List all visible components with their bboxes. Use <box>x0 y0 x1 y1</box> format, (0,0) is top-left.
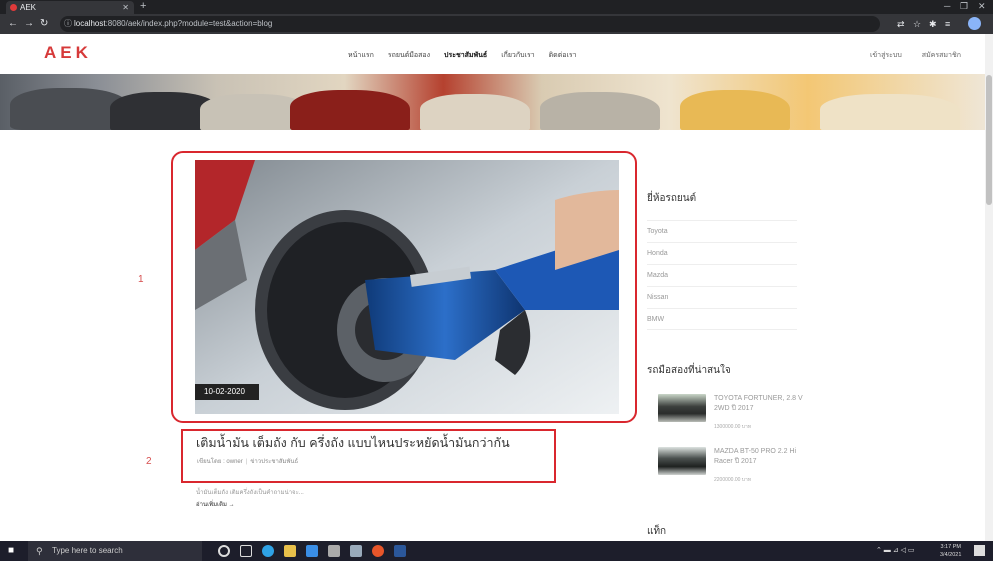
brand-item-mazda[interactable]: Mazda <box>647 264 797 286</box>
search-icon: ⚲ <box>36 546 43 556</box>
car-thumbnail[interactable] <box>658 447 706 475</box>
brands-heading: ยี่ห้อรถยนต์ <box>647 193 697 204</box>
reload-icon[interactable]: ↻ <box>40 17 48 31</box>
close-window-icon[interactable]: ✕ <box>978 0 986 13</box>
taskbar-search-input[interactable]: ⚲ Type here to search <box>28 541 202 561</box>
car-price: 1300000.00 บาท <box>714 424 752 430</box>
back-icon[interactable]: ← <box>8 17 18 31</box>
brand-item-nissan[interactable]: Nissan <box>647 286 797 308</box>
login-link[interactable]: เข้าสู่ระบบ <box>870 50 902 61</box>
banner-car <box>820 94 960 130</box>
hero-banner <box>0 74 985 130</box>
nav-news[interactable]: ประชาสัมพันธ์ <box>444 50 487 61</box>
profile-avatar[interactable] <box>968 17 981 30</box>
url-path: :8080/aek/index.php?module=test&action=b… <box>105 19 273 28</box>
clock-date: 3/4/2021 <box>940 552 962 558</box>
extensions-icon[interactable]: ✱ <box>929 18 937 30</box>
car-card[interactable]: MAZDA BT-50 PRO 2.2 Hi Racer ปี 2017 220… <box>658 447 808 487</box>
car-name[interactable]: MAZDA BT-50 PRO 2.2 Hi Racer ปี 2017 <box>714 447 814 467</box>
brand-item-honda[interactable]: Honda <box>647 242 797 264</box>
favicon-icon <box>10 4 17 11</box>
brand-item-bmw[interactable]: BMW <box>647 308 797 330</box>
store-icon[interactable] <box>306 545 318 557</box>
brand-list: Toyota Honda Mazda Nissan BMW <box>647 220 797 330</box>
read-more-link[interactable]: อ่านเพิ่มเติม → <box>196 499 235 509</box>
brand-item-toyota[interactable]: Toyota <box>647 220 797 242</box>
new-tab-icon[interactable]: + <box>140 0 146 13</box>
auth-links: เข้าสู่ระบบ สมัครสมาชิก <box>870 50 961 61</box>
post-meta: เขียนโดย : owner | ข่าวประชาสัมพันธ์ <box>197 456 298 466</box>
car-name[interactable]: TOYOTA FORTUNER, 2.8 V 2WD ปี 2017 <box>714 394 814 414</box>
notification-icon[interactable] <box>974 545 985 556</box>
car-price: 2200000.00 บาท <box>714 477 752 483</box>
site-logo[interactable]: AEK <box>44 43 92 63</box>
car-card[interactable]: TOYOTA FORTUNER, 2.8 V 2WD ปี 2017 13000… <box>658 394 808 434</box>
url-input[interactable]: ⓘ localhost:8080/aek/index.php?module=te… <box>60 16 880 32</box>
url-host: localhost <box>74 19 106 28</box>
word-icon[interactable] <box>394 545 406 557</box>
banner-car <box>680 90 790 130</box>
task-view-icon[interactable] <box>240 545 252 557</box>
register-link[interactable]: สมัครสมาชิก <box>922 50 961 61</box>
app-icon[interactable] <box>328 545 340 557</box>
post-excerpt: น้ำมันเต็มถัง เติมครึ่งถังเป็นคำถามน่าจะ… <box>196 490 304 496</box>
nav-home[interactable]: หน้าแรก <box>348 50 374 61</box>
edge-icon[interactable] <box>262 545 274 557</box>
translate-icon[interactable]: ⇄ <box>897 18 905 30</box>
browser-tab[interactable]: AEK ✕ <box>6 1 134 14</box>
banner-car <box>290 90 410 130</box>
banner-car <box>540 92 660 130</box>
nav-about[interactable]: เกี่ยวกับเรา <box>501 50 534 61</box>
clock-time: 3:17 PM <box>940 544 961 550</box>
windows-taskbar: ■ ⚲ Type here to search ⌃ ▬ ⊿ ◁ ▭ 3:17 P… <box>0 541 993 561</box>
minimize-icon[interactable]: ─ <box>944 0 950 13</box>
close-tab-icon[interactable]: ✕ <box>122 1 129 14</box>
taskbar-clock[interactable]: 3:17 PM 3/4/2021 <box>940 543 961 559</box>
site-info-icon[interactable]: ⓘ <box>64 16 72 32</box>
forward-icon[interactable]: → <box>24 17 34 31</box>
file-explorer-icon[interactable] <box>284 545 296 557</box>
post-category[interactable]: ข่าวประชาสัมพันธ์ <box>250 459 298 465</box>
post-author: เขียนโดย : owner <box>197 459 243 465</box>
annotation-box-1 <box>171 151 637 423</box>
annotation-label-2: 2 <box>146 456 152 467</box>
interesting-cars-heading: รถมือสองที่น่าสนใจ <box>647 365 731 376</box>
windows-start-icon[interactable]: ■ <box>8 545 20 557</box>
tags-heading: แท็ก <box>647 526 667 537</box>
maximize-icon[interactable]: ❐ <box>960 0 968 13</box>
nav-contact[interactable]: ติดต่อเรา <box>549 50 577 61</box>
nav-used-cars[interactable]: รถยนต์มือสอง <box>388 50 430 61</box>
browser-toolbar: ← → ↻ ⓘ localhost:8080/aek/index.php?mod… <box>0 14 993 34</box>
system-tray[interactable]: ⌃ ▬ ⊿ ◁ ▭ <box>876 543 915 559</box>
bookmark-star-icon[interactable]: ☆ <box>913 18 921 30</box>
banner-car <box>420 94 530 130</box>
car-thumbnail[interactable] <box>658 394 706 422</box>
arrow-right-icon: → <box>228 502 235 508</box>
reading-list-icon[interactable]: ≡ <box>945 18 950 30</box>
site-header: AEK หน้าแรก รถยนต์มือสอง ประชาสัมพันธ์ เ… <box>0 34 985 74</box>
cortana-icon[interactable] <box>218 545 230 557</box>
annotation-label-1: 1 <box>138 274 144 285</box>
tab-title: AEK <box>20 3 37 12</box>
main-nav: หน้าแรก รถยนต์มือสอง ประชาสัมพันธ์ เกี่ย… <box>348 50 577 61</box>
chrome-icon[interactable] <box>372 545 384 557</box>
browser-tab-bar: AEK ✕ + ─ ❐ ✕ <box>0 0 993 14</box>
meta-separator: | <box>245 459 248 465</box>
read-more-label: อ่านเพิ่มเติม <box>196 502 227 508</box>
app-icon[interactable] <box>350 545 362 557</box>
scrollbar-thumb[interactable] <box>986 75 992 205</box>
post-title[interactable]: เติมน้ำมัน เต็มถัง กับ ครึ่งถัง แบบไหนปร… <box>196 433 510 453</box>
taskbar-search-placeholder: Type here to search <box>52 546 123 555</box>
